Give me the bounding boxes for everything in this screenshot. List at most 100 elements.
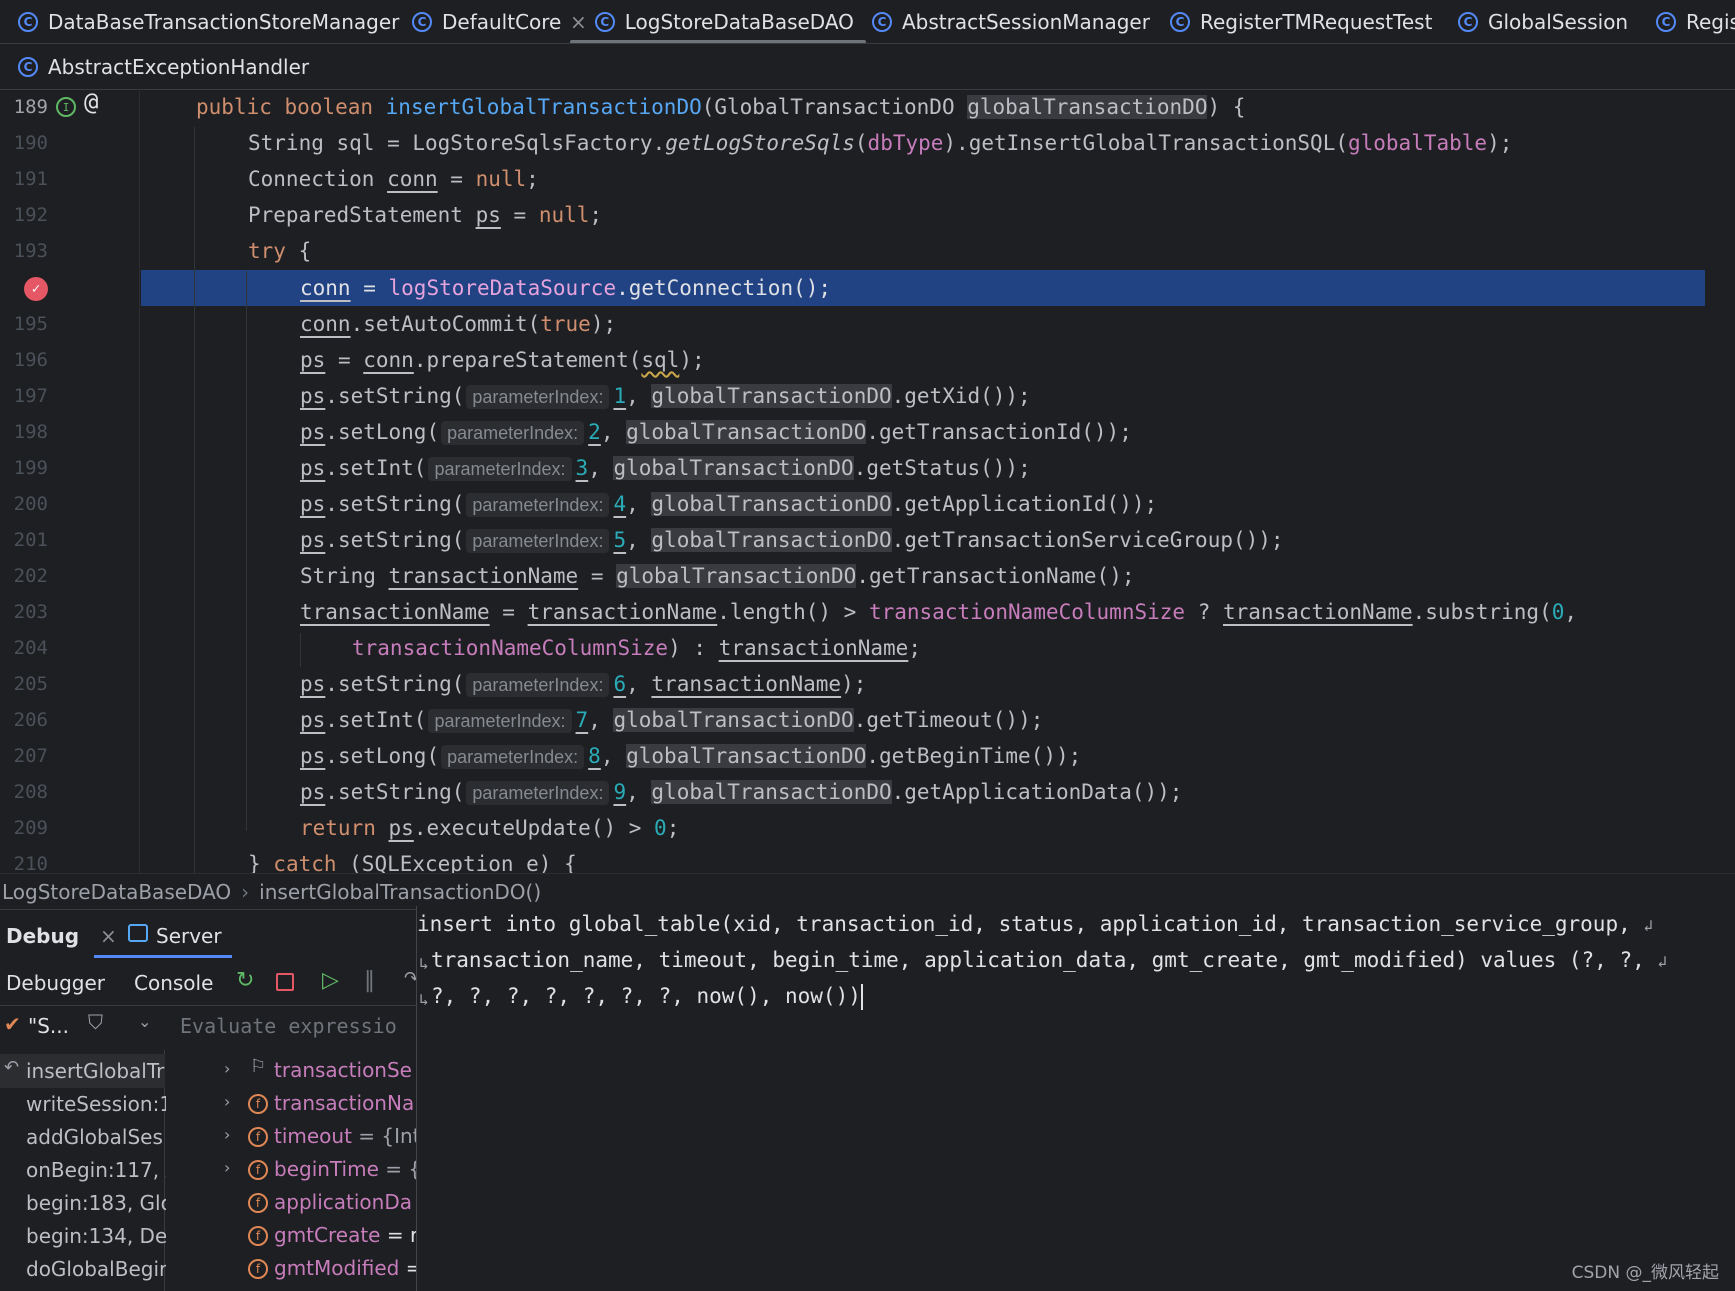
code-line-201[interactable]: ps.setString(parameterIndex: 5, globalTra…	[300, 522, 1284, 558]
variable-name: beginTime	[274, 1157, 379, 1181]
code-line-196[interactable]: ps = conn.prepareStatement(sql);	[300, 342, 705, 378]
code-token: =	[325, 348, 364, 372]
code-token: .setLong(	[325, 744, 440, 768]
code-token: 0	[654, 816, 667, 840]
code-token: );	[1487, 131, 1513, 155]
tab-regis[interactable]: C Regis	[1656, 0, 1735, 43]
breadcrumb-method[interactable]: insertGlobalTransactionDO()	[259, 880, 541, 904]
frame-item[interactable]: insertGlobalTr	[26, 1059, 166, 1083]
code-token: =	[578, 564, 617, 588]
pause-icon[interactable]: ‖	[364, 968, 375, 993]
line-number: 201	[13, 529, 48, 551]
code-line-198[interactable]: ps.setLong(parameterIndex: 2, globalTrans…	[300, 414, 1132, 450]
tab-console[interactable]: Console	[134, 971, 213, 995]
code-token: 2	[588, 420, 601, 444]
resume-icon[interactable]: ▷	[322, 968, 339, 993]
code-token: ps	[300, 456, 326, 480]
code-line-193[interactable]: try {	[248, 233, 311, 269]
annotation-icon[interactable]: @	[84, 91, 98, 116]
variable-name: gmtModified	[274, 1256, 400, 1280]
filter-icon[interactable]: ⛉	[88, 1010, 103, 1034]
frame-item[interactable]: onBegin:117, A	[26, 1158, 166, 1182]
chevron-right-icon[interactable]: ›	[224, 1092, 230, 1111]
evaluate-expression-input[interactable]: Evaluate expressio	[180, 1014, 397, 1038]
value-popup[interactable]: insert into global_table(xid, transactio…	[416, 906, 1735, 1291]
code-token: .prepareStatement(	[413, 348, 642, 372]
chevron-down-icon[interactable]: ⌄	[138, 1012, 151, 1031]
editor-gutter[interactable]: 189 I @ 190 191 192 193 ✓ 195 196 197 19…	[0, 91, 140, 873]
code-editor[interactable]: 189 I @ 190 191 192 193 ✓ 195 196 197 19…	[0, 91, 1735, 873]
code-token: .getTransactionName();	[856, 564, 1135, 588]
code-line-197[interactable]: ps.setString(parameterIndex: 1, globalTra…	[300, 378, 1031, 414]
thread-selector[interactable]: "S...	[28, 1014, 69, 1038]
code-line-204[interactable]: transactionNameColumnSize) : transaction…	[352, 630, 921, 666]
code-line-206[interactable]: ps.setInt(parameterIndex: 7, globalTransa…	[300, 702, 1043, 738]
code-line-205[interactable]: ps.setString(parameterIndex: 6, transacti…	[300, 666, 866, 702]
tab-debugger[interactable]: Debugger	[6, 971, 105, 995]
code-token: 1	[613, 384, 627, 408]
code-token: ps	[300, 708, 326, 732]
code-token: catch	[273, 852, 337, 873]
code-token: ,	[600, 744, 627, 768]
code-line-195[interactable]: conn.setAutoCommit(true);	[300, 306, 616, 342]
chevron-right-icon[interactable]: ›	[224, 1059, 230, 1078]
code-line-192[interactable]: PreparedStatement ps = null;	[248, 197, 602, 233]
code-line-191[interactable]: Connection conn = null;	[248, 161, 539, 197]
code-line-202[interactable]: String transactionName = globalTransacti…	[300, 558, 1134, 594]
code-token: null	[538, 203, 590, 227]
flag-icon: ⚐	[250, 1056, 267, 1077]
frame-item[interactable]: begin:183, Glo	[26, 1191, 166, 1215]
tab-abstract-session-manager[interactable]: C AbstractSessionManager	[872, 0, 1150, 43]
breadcrumb-class[interactable]: LogStoreDataBaseDAO	[2, 880, 231, 904]
rerun-icon[interactable]: ↻	[236, 968, 254, 993]
soft-wrap-continuation-icon: ↳	[419, 990, 429, 1009]
code-line-199[interactable]: ps.setInt(parameterIndex: 3, globalTransa…	[300, 450, 1031, 486]
line-number: 199	[13, 457, 48, 479]
code-token: .setInt(	[325, 708, 427, 732]
frame-item[interactable]: doGlobalBegir	[26, 1257, 166, 1281]
code-line-208[interactable]: ps.setString(parameterIndex: 9, globalTra…	[300, 774, 1182, 810]
tab-default-core[interactable]: C DefaultCore	[412, 0, 561, 43]
code-line-189[interactable]: public boolean insertGlobalTransactionDO…	[196, 91, 1245, 125]
stop-icon[interactable]	[276, 973, 294, 991]
server-icon	[128, 924, 148, 942]
code-token: ps	[388, 816, 414, 840]
tab-log-store-database-dao[interactable]: × C LogStoreDataBaseDAO	[570, 0, 866, 43]
code-line-194[interactable]: conn = logStoreDataSource.getConnection(…	[300, 270, 831, 306]
line-number: 198	[13, 421, 48, 443]
code-token: transactionName	[527, 600, 718, 624]
code-token: globalTransactionDO	[626, 744, 867, 768]
parameter-hint: parameterIndex:	[428, 709, 572, 733]
tab-database-transaction-store-manager[interactable]: C DataBaseTransactionStoreManager	[18, 0, 399, 43]
tab-global-session[interactable]: C GlobalSession	[1458, 0, 1628, 43]
code-line-207[interactable]: ps.setLong(parameterIndex: 8, globalTrans…	[300, 738, 1081, 774]
line-number: 210	[13, 853, 48, 873]
parameter-hint: parameterIndex:	[441, 421, 585, 445]
code-line-209[interactable]: return ps.executeUpdate() > 0;	[300, 810, 679, 846]
code-token: public boolean	[196, 95, 386, 119]
code-token: =	[500, 203, 539, 227]
tab-server[interactable]: Server	[94, 916, 232, 958]
code-token: globalTransactionDO	[651, 492, 892, 516]
frame-item[interactable]: begin:134, Def	[26, 1224, 166, 1248]
close-icon[interactable]: ×	[570, 10, 587, 34]
code-token: String	[300, 564, 389, 588]
code-line-190[interactable]: String sql = LogStoreSqlsFactory.getLogS…	[248, 125, 1512, 161]
line-number: 200	[13, 493, 48, 515]
popup-text: transaction_name, timeout, begin_time, a…	[431, 948, 1645, 972]
chevron-right-icon[interactable]: ›	[224, 1125, 230, 1144]
frame-item[interactable]: writeSession:1	[26, 1092, 166, 1116]
popup-text-line: ?, ?, ?, ?, ?, ?, ?, now(), now())	[431, 984, 863, 1010]
tab-abstract-exception-handler[interactable]: C AbstractExceptionHandler	[18, 45, 309, 89]
code-token: .getTimeout());	[853, 708, 1044, 732]
tab-label: RegisterTMRequestTest	[1200, 10, 1433, 34]
code-line-203[interactable]: transactionName = transactionName.length…	[300, 594, 1577, 630]
tab-register-tm-request-test[interactable]: C RegisterTMRequestTest	[1170, 0, 1433, 43]
code-line-210[interactable]: } catch (SQLException e) {	[248, 846, 577, 873]
implements-method-icon[interactable]: I	[56, 97, 76, 117]
frame-item[interactable]: addGlobalSes	[26, 1125, 166, 1149]
code-line-200[interactable]: ps.setString(parameterIndex: 4, globalTra…	[300, 486, 1157, 522]
chevron-right-icon[interactable]: ›	[224, 1158, 230, 1177]
breakpoint-icon[interactable]: ✓	[24, 277, 48, 301]
code-token: PreparedStatement	[248, 203, 476, 227]
